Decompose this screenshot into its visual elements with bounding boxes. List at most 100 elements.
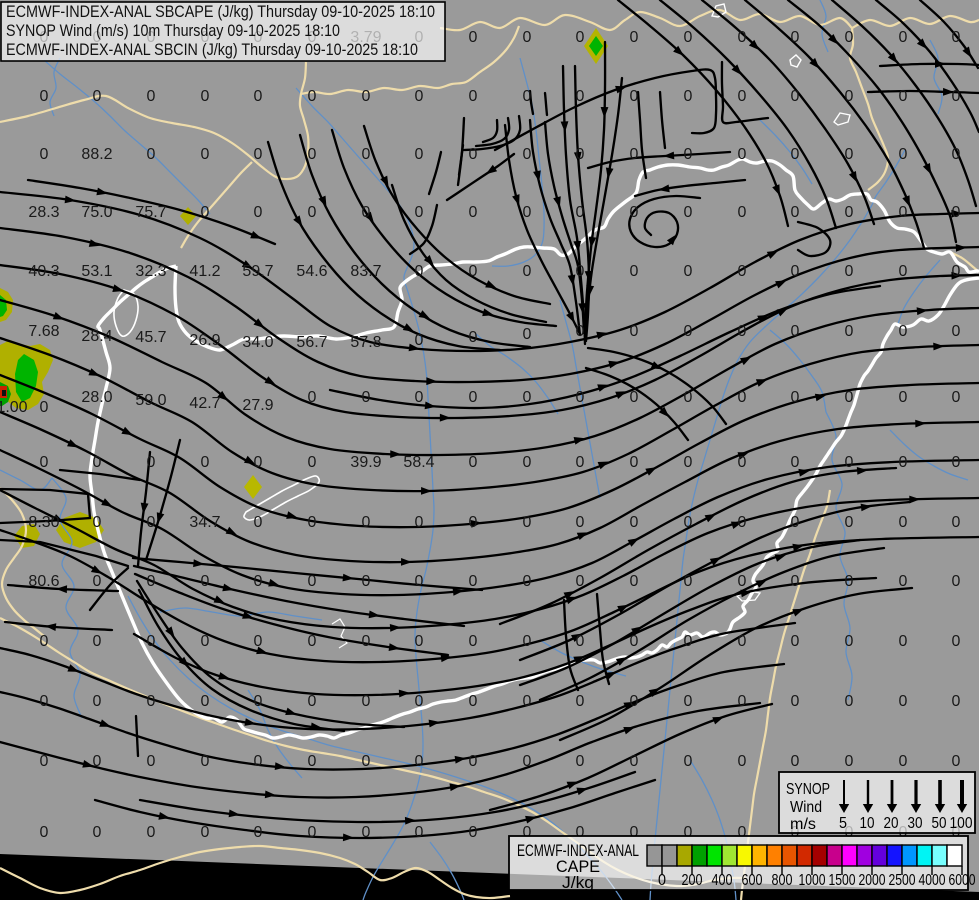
svg-text:0: 0 [738, 88, 747, 105]
svg-text:0: 0 [362, 204, 371, 221]
svg-text:54.6: 54.6 [296, 263, 327, 280]
svg-text:0: 0 [952, 633, 961, 650]
svg-text:0: 0 [899, 573, 908, 590]
svg-text:0: 0 [523, 693, 532, 710]
svg-text:0: 0 [576, 389, 585, 406]
svg-text:SYNOP Wind (m/s) 10m Thursday: SYNOP Wind (m/s) 10m Thursday 09-10-2025… [6, 21, 340, 40]
svg-text:m/s: m/s [790, 816, 816, 833]
svg-text:0: 0 [93, 633, 102, 650]
svg-text:0: 0 [469, 454, 478, 471]
svg-text:30: 30 [908, 815, 923, 832]
svg-text:10: 10 [860, 815, 875, 832]
svg-text:75.0: 75.0 [81, 204, 112, 221]
svg-text:5: 5 [839, 815, 847, 832]
svg-text:0: 0 [684, 146, 693, 163]
svg-text:0: 0 [630, 323, 639, 340]
svg-text:34.0: 34.0 [242, 334, 273, 351]
svg-text:0: 0 [93, 573, 102, 590]
svg-text:0: 0 [845, 573, 854, 590]
svg-text:0: 0 [576, 146, 585, 163]
svg-text:800: 800 [772, 872, 793, 889]
svg-text:0: 0 [952, 693, 961, 710]
svg-text:0: 0 [630, 263, 639, 280]
svg-text:0: 0 [630, 753, 639, 770]
svg-text:J/kg: J/kg [562, 874, 594, 892]
svg-text:2500: 2500 [889, 872, 916, 889]
svg-text:0: 0 [469, 573, 478, 590]
svg-text:0: 0 [576, 633, 585, 650]
svg-text:57.8: 57.8 [350, 334, 381, 351]
svg-text:0: 0 [415, 88, 424, 105]
svg-text:0: 0 [738, 146, 747, 163]
svg-text:0: 0 [630, 29, 639, 46]
svg-text:0: 0 [684, 204, 693, 221]
svg-text:0: 0 [791, 693, 800, 710]
svg-text:0: 0 [362, 514, 371, 531]
svg-text:88.2: 88.2 [81, 146, 112, 163]
svg-text:0: 0 [147, 146, 156, 163]
svg-text:28.3: 28.3 [28, 204, 59, 221]
svg-text:0: 0 [684, 454, 693, 471]
svg-text:58.4: 58.4 [403, 454, 434, 471]
svg-text:0: 0 [630, 693, 639, 710]
svg-text:0: 0 [845, 389, 854, 406]
svg-text:0: 0 [415, 146, 424, 163]
svg-text:0: 0 [845, 146, 854, 163]
svg-text:0: 0 [899, 29, 908, 46]
svg-text:Wind: Wind [790, 799, 822, 816]
svg-text:ECMWF-INDEX-ANAL SBCAPE (J/kg): ECMWF-INDEX-ANAL SBCAPE (J/kg) Thursday … [6, 2, 435, 21]
svg-text:0: 0 [93, 753, 102, 770]
svg-text:0: 0 [308, 753, 317, 770]
svg-text:0: 0 [362, 88, 371, 105]
svg-text:0: 0 [201, 454, 210, 471]
svg-text:0: 0 [684, 633, 693, 650]
svg-text:0: 0 [308, 514, 317, 531]
svg-text:0: 0 [40, 454, 49, 471]
svg-text:0: 0 [40, 633, 49, 650]
svg-text:0: 0 [415, 332, 424, 349]
svg-text:6000: 6000 [949, 872, 976, 889]
svg-text:0: 0 [308, 146, 317, 163]
svg-text:0: 0 [147, 88, 156, 105]
svg-text:0: 0 [415, 633, 424, 650]
svg-text:0: 0 [362, 753, 371, 770]
svg-text:0: 0 [40, 399, 49, 416]
svg-text:0: 0 [952, 88, 961, 105]
svg-text:0: 0 [738, 389, 747, 406]
svg-text:0: 0 [254, 454, 263, 471]
svg-text:0: 0 [254, 824, 263, 841]
svg-text:0: 0 [845, 514, 854, 531]
svg-text:0: 0 [362, 573, 371, 590]
svg-text:0: 0 [469, 29, 478, 46]
svg-text:0: 0 [308, 633, 317, 650]
svg-text:0: 0 [523, 633, 532, 650]
svg-text:0: 0 [201, 573, 210, 590]
svg-text:0: 0 [791, 514, 800, 531]
svg-text:0: 0 [845, 204, 854, 221]
svg-text:0: 0 [952, 389, 961, 406]
svg-text:0: 0 [308, 573, 317, 590]
svg-text:0: 0 [201, 693, 210, 710]
svg-text:0: 0 [469, 693, 478, 710]
svg-text:0: 0 [40, 88, 49, 105]
svg-text:0: 0 [93, 514, 102, 531]
svg-text:8.30: 8.30 [28, 514, 59, 531]
svg-text:0: 0 [576, 323, 585, 340]
svg-text:0: 0 [791, 146, 800, 163]
svg-text:75.7: 75.7 [135, 204, 166, 221]
svg-text:0: 0 [791, 323, 800, 340]
svg-text:0: 0 [684, 693, 693, 710]
svg-text:56.7: 56.7 [296, 334, 327, 351]
svg-text:26.9: 26.9 [189, 332, 220, 349]
svg-text:59.7: 59.7 [242, 263, 273, 280]
svg-text:41.2: 41.2 [189, 263, 220, 280]
svg-text:7.68: 7.68 [28, 323, 59, 340]
svg-text:0: 0 [576, 753, 585, 770]
svg-text:0: 0 [738, 263, 747, 280]
svg-text:0: 0 [40, 753, 49, 770]
svg-text:0: 0 [469, 88, 478, 105]
svg-text:0: 0 [523, 29, 532, 46]
svg-text:0: 0 [147, 454, 156, 471]
svg-text:0: 0 [254, 146, 263, 163]
svg-text:0: 0 [308, 454, 317, 471]
